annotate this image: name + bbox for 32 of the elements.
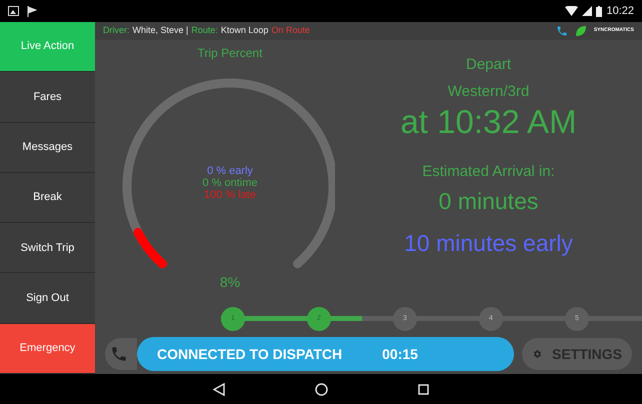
clock: 10:22 bbox=[606, 4, 634, 19]
gauge-reading: 8% bbox=[220, 273, 240, 292]
arrival-time: 0 minutes bbox=[438, 186, 538, 216]
gauge-stat: 0 % early bbox=[207, 165, 253, 177]
phone-icon bbox=[556, 25, 568, 37]
gauge-stat: 0 % ontime bbox=[202, 177, 258, 189]
depart-label: Depart bbox=[466, 55, 512, 75]
info-text: Route: bbox=[191, 24, 218, 38]
info-text: Driver: bbox=[103, 24, 130, 38]
stop-name: Western/3rd bbox=[448, 82, 530, 102]
info-text: On Route bbox=[271, 24, 310, 38]
depart-time: at 10:32 AM bbox=[400, 103, 577, 141]
sidebar-item[interactable]: Live Action bbox=[0, 22, 95, 72]
home-icon[interactable] bbox=[315, 382, 328, 396]
leaf-icon bbox=[574, 25, 587, 37]
gauge-stat: 100 % late bbox=[204, 189, 256, 201]
signal-icon bbox=[582, 6, 592, 16]
back-icon[interactable] bbox=[213, 382, 225, 396]
arrival-label: Estimated Arrival in: bbox=[422, 162, 555, 182]
image-icon bbox=[8, 6, 19, 16]
info-text: White, Steve | bbox=[132, 24, 188, 38]
dispatch-timer: 00:15 bbox=[382, 344, 418, 364]
schedule-status: 10 minutes early bbox=[404, 229, 573, 258]
info-text: Ktown Loop bbox=[220, 24, 268, 38]
battery-icon bbox=[596, 6, 602, 16]
phone-icon bbox=[110, 345, 128, 363]
gauge-title: Trip Percent bbox=[198, 45, 262, 62]
flag-icon bbox=[27, 6, 37, 16]
sidebar-item[interactable]: Emergency bbox=[0, 324, 95, 374]
recents-icon[interactable] bbox=[418, 384, 429, 394]
wifi-icon bbox=[565, 6, 578, 16]
dispatch-status: CONNECTED TO DISPATCH bbox=[157, 344, 342, 364]
